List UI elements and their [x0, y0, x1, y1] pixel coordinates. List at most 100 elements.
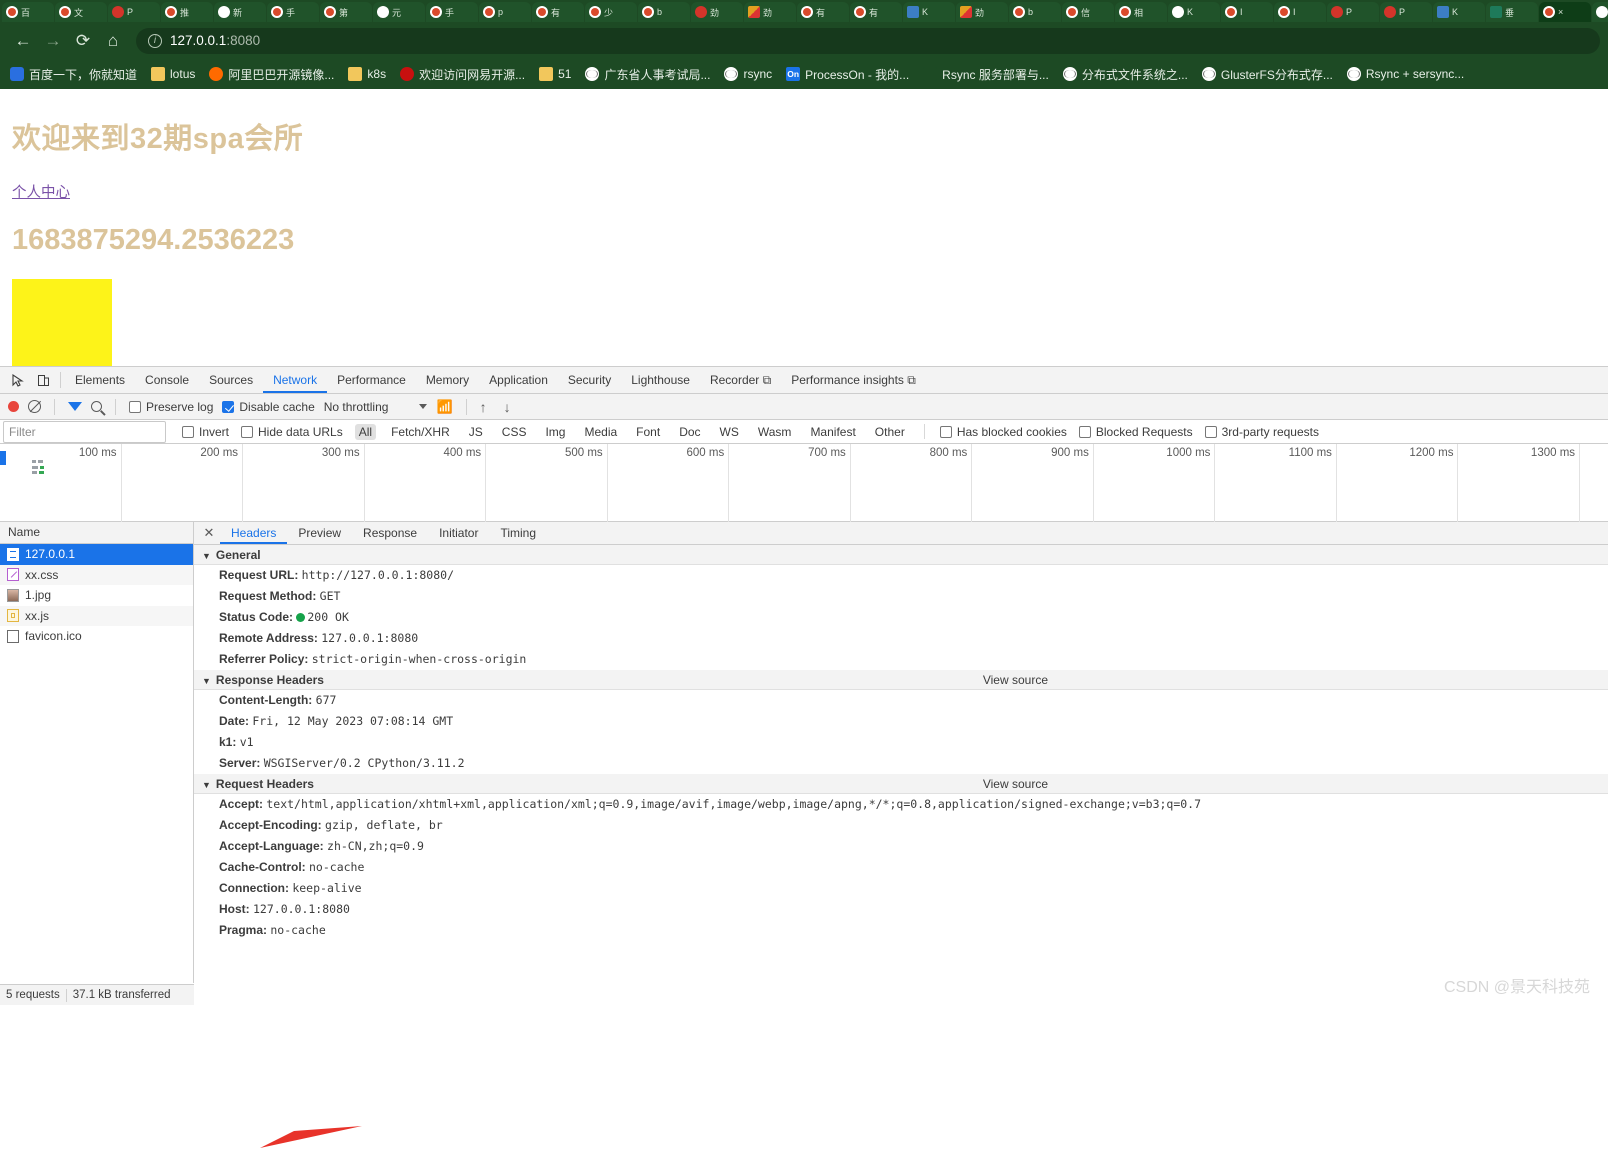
browser-tab[interactable]: 信 [1062, 2, 1114, 22]
request-row[interactable]: xx.js [0, 605, 193, 626]
devtools-tab-network[interactable]: Network [263, 367, 328, 393]
invert-checkbox[interactable] [182, 425, 194, 438]
browser-tab[interactable]: 有 [532, 2, 584, 22]
browser-tab[interactable]: 元 [373, 2, 425, 22]
devtools-tab-elements[interactable]: Elements [65, 367, 135, 393]
browser-tab[interactable]: 垂 [1486, 2, 1538, 22]
invert-toggle[interactable]: Invert [182, 425, 229, 439]
request-row[interactable]: xx.css [0, 564, 193, 585]
detail-tab-initiator[interactable]: Initiator [428, 522, 489, 544]
devtools-tab-console[interactable]: Console [135, 367, 199, 393]
browser-tab[interactable]: b [638, 2, 690, 22]
disable-cache-checkbox[interactable] [222, 400, 235, 413]
filter-input[interactable]: Filter [3, 420, 166, 443]
filter-type-manifest[interactable]: Manifest [806, 424, 859, 440]
device-toolbar-icon[interactable] [30, 368, 56, 392]
browser-tab[interactable]: × [1539, 2, 1591, 22]
bookmark-item[interactable]: 分布式文件系统之... [1062, 66, 1188, 83]
devtools-tab-sources[interactable]: Sources [199, 367, 263, 393]
devtools-tab-application[interactable]: Application [479, 367, 558, 393]
third-party-requests-toggle[interactable]: 3rd-party requests [1204, 425, 1319, 439]
chevron-down-icon[interactable] [419, 404, 428, 409]
detail-tab-response[interactable]: Response [352, 522, 428, 544]
browser-tab[interactable]: 文 [55, 2, 107, 22]
filter-type-other[interactable]: Other [871, 424, 909, 440]
preserve-log-toggle[interactable]: Preserve log [129, 400, 213, 414]
browser-tab[interactable]: P [1327, 2, 1379, 22]
bookmark-item[interactable]: Rsync 服务部署与... [923, 66, 1049, 83]
disable-cache-toggle[interactable]: Disable cache [222, 400, 315, 414]
search-icon[interactable] [91, 401, 102, 412]
clear-icon[interactable] [28, 400, 41, 413]
filter-type-js[interactable]: JS [465, 424, 487, 440]
address-bar[interactable]: i 127.0.0.1:8080 [136, 27, 1600, 54]
browser-tab[interactable]: P [1380, 2, 1432, 22]
browser-tab[interactable]: K [1433, 2, 1485, 22]
preserve-log-checkbox[interactable] [129, 400, 141, 413]
bookmark-item[interactable]: 欢迎访问网易开源... [400, 66, 525, 83]
browser-tab[interactable]: b [1009, 2, 1061, 22]
devtools-tab-security[interactable]: Security [558, 367, 621, 393]
close-icon[interactable]: ✕ [198, 525, 220, 541]
bookmark-item[interactable]: 广东省人事考试局... [585, 66, 710, 83]
reload-icon[interactable]: ⟳ [68, 26, 98, 56]
request-row[interactable]: 127.0.0.1 [0, 544, 193, 565]
browser-tab[interactable]: P [108, 2, 160, 22]
hide-data-urls-checkbox[interactable] [241, 425, 254, 438]
blocked-requests-toggle[interactable]: Blocked Requests [1078, 425, 1193, 439]
browser-tab[interactable]: 推 [161, 2, 213, 22]
detail-tab-headers[interactable]: Headers [220, 522, 288, 544]
section-header-response-headers[interactable]: ▼ Response Headers View source [194, 670, 1608, 690]
info-icon[interactable]: i [148, 33, 162, 48]
bookmark-item[interactable]: lotus [151, 67, 195, 81]
browser-tab[interactable]: 有 [797, 2, 849, 22]
request-row[interactable]: favicon.ico [0, 626, 193, 647]
filter-type-ws[interactable]: WS [716, 424, 743, 440]
personal-center-link[interactable]: 个人中心 [12, 181, 70, 202]
browser-tab[interactable]: 劲 [691, 2, 743, 22]
home-icon[interactable]: ⌂ [98, 26, 128, 56]
filter-type-css[interactable]: CSS [498, 424, 531, 440]
browser-tab[interactable]: 百 [2, 2, 54, 22]
browser-tab[interactable]: 少 [585, 2, 637, 22]
hide-data-urls-toggle[interactable]: Hide data URLs [241, 425, 343, 439]
devtools-tab-lighthouse[interactable]: Lighthouse [621, 367, 700, 393]
export-har-icon[interactable]: ↓ [504, 399, 511, 415]
browser-tab[interactable]: K [903, 2, 955, 22]
import-har-icon[interactable]: ↑ [480, 399, 487, 415]
devtools-tab-recorder[interactable]: Recorder ⧉ [700, 367, 781, 393]
browser-tab[interactable]: 有 [850, 2, 902, 22]
devtools-tab-performance-insights[interactable]: Performance insights ⧉ [781, 367, 926, 393]
browser-tab[interactable]: 新 [214, 2, 266, 22]
record-button-icon[interactable] [8, 401, 19, 412]
back-arrow-icon[interactable]: ← [8, 26, 38, 56]
wifi-icon[interactable]: 📶 [436, 399, 452, 415]
browser-tab[interactable]: 手 [267, 2, 319, 22]
blocked-requests-checkbox[interactable] [1078, 425, 1091, 438]
throttling-select[interactable]: No throttling [324, 400, 389, 414]
browser-tab[interactable]: 相 [1115, 2, 1167, 22]
filter-icon[interactable] [68, 402, 82, 411]
filter-type-media[interactable]: Media [580, 424, 621, 440]
request-row[interactable]: 1.jpg [0, 585, 193, 606]
filter-type-font[interactable]: Font [632, 424, 664, 440]
filter-type-wasm[interactable]: Wasm [754, 424, 796, 440]
browser-tab[interactable]: I [1274, 2, 1326, 22]
section-header-general[interactable]: ▼ General [194, 545, 1608, 565]
browser-tab[interactable]: 手 [426, 2, 478, 22]
bookmark-item[interactable]: On ProcessOn - 我的... [786, 66, 909, 83]
filter-type-all[interactable]: All [354, 423, 377, 440]
forward-arrow-icon[interactable]: → [38, 26, 68, 56]
bookmark-item[interactable]: GlusterFS分布式存... [1201, 66, 1333, 83]
view-source-link[interactable]: View source [983, 673, 1048, 687]
filter-type-img[interactable]: Img [541, 424, 569, 440]
detail-tab-preview[interactable]: Preview [287, 522, 352, 544]
network-overview-timeline[interactable]: 100 ms 200 ms 300 ms 400 ms 500 ms 600 ms 700 … [0, 444, 1608, 522]
browser-tab[interactable]: K [1168, 2, 1220, 22]
browser-tab[interactable]: 劲 [956, 2, 1008, 22]
browser-tab[interactable]: k [1592, 2, 1608, 22]
inspect-cursor-icon[interactable] [4, 368, 30, 392]
filter-type-doc[interactable]: Doc [675, 424, 704, 440]
bookmark-item[interactable]: 百度一下，你就知道 [10, 66, 137, 83]
browser-tab[interactable]: I [1221, 2, 1273, 22]
